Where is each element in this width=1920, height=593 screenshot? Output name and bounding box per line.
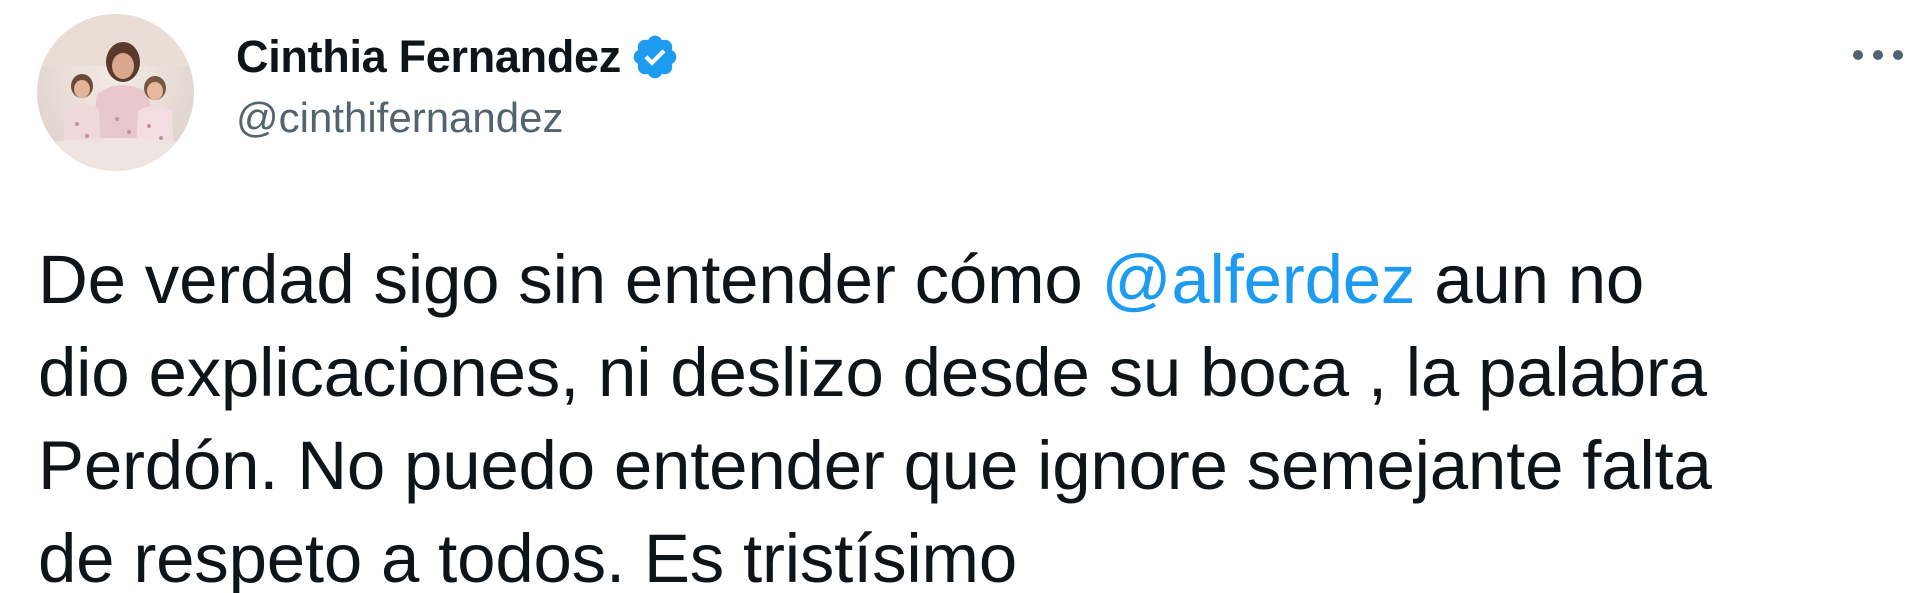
user-handle[interactable]: @cinthifernandez [236,94,564,142]
display-name[interactable]: Cinthia Fernandez [236,31,621,83]
author-name-row: Cinthia Fernandez [236,24,680,90]
tweet-text-line: de respeto a todos. Es tristísimo [38,520,1018,593]
mention-link[interactable]: @alferdez [1102,241,1416,318]
tweet-text-line: dio explicaciones, ni deslizo desde su b… [38,334,1707,411]
tweet-text-line: Perdón. No puedo entender que ignore sem… [38,427,1712,504]
avatar-photo-icon [37,14,194,171]
more-options-icon [1853,50,1903,60]
tweet-text: De verdad sigo sin entender cómo @alferd… [38,233,1918,593]
tweet-card: Cinthia Fernandez @cinthifernandez De ve… [0,0,1920,593]
tweet-text-segment: De verdad sigo sin entender cómo [38,241,1102,318]
more-options-button[interactable] [1848,30,1908,80]
avatar[interactable] [37,14,194,171]
verified-badge-icon [630,32,680,82]
tweet-text-segment: aun no [1415,241,1645,318]
tweet-text-line: De verdad sigo sin entender cómo @alferd… [38,233,1918,326]
